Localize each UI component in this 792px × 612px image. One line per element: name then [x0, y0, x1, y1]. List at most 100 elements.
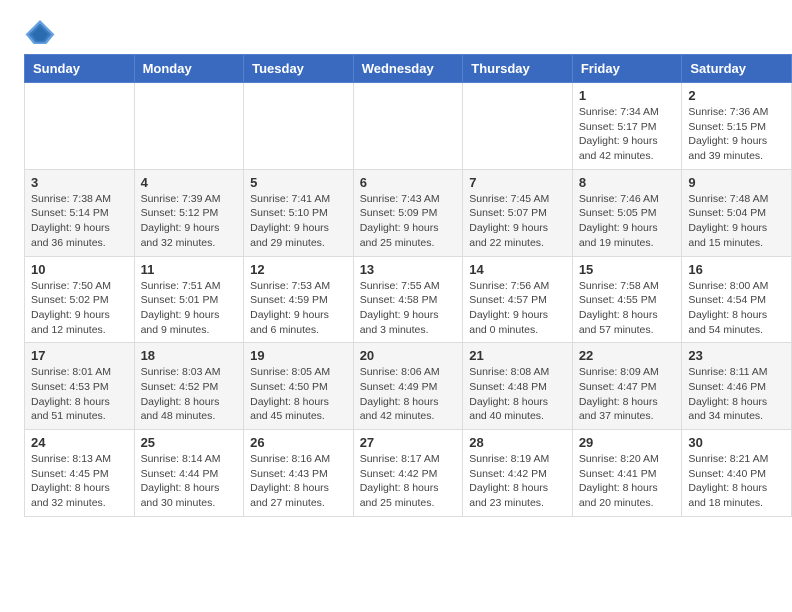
calendar-cell: 25 Sunrise: 8:14 AM Sunset: 4:44 PM Dayli… — [134, 430, 244, 517]
day-number: 24 — [31, 435, 128, 450]
calendar-container: SundayMondayTuesdayWednesdayThursdayFrid… — [0, 54, 792, 529]
day-info: Sunrise: 8:05 AM Sunset: 4:50 PM Dayligh… — [250, 365, 347, 424]
day-info: Sunrise: 8:17 AM Sunset: 4:42 PM Dayligh… — [360, 452, 457, 511]
day-info: Sunrise: 7:56 AM Sunset: 4:57 PM Dayligh… — [469, 279, 566, 338]
calendar-week-5: 24Sunrise: 8:13 AM Sunset: 4:45 PM Dayli… — [25, 430, 792, 517]
calendar-cell: 8 Sunrise: 7:46 AM Sunset: 5:05 PM Daylig… — [572, 169, 682, 256]
calendar-cell: 3 Sunrise: 7:38 AM Sunset: 5:14 PM Daylig… — [25, 169, 135, 256]
day-info: Sunrise: 7:41 AM Sunset: 5:10 PM Dayligh… — [250, 192, 347, 251]
day-number: 4 — [141, 175, 238, 190]
day-number: 11 — [141, 262, 238, 277]
logo — [24, 18, 60, 46]
calendar-cell: 12 Sunrise: 7:53 AM Sunset: 4:59 PM Dayli… — [244, 256, 354, 343]
page-header — [0, 0, 792, 54]
calendar-cell: 24Sunrise: 8:13 AM Sunset: 4:45 PM Dayli… — [25, 430, 135, 517]
calendar-week-3: 10 Sunrise: 7:50 AM Sunset: 5:02 PM Dayli… — [25, 256, 792, 343]
day-info: Sunrise: 7:48 AM Sunset: 5:04 PM Dayligh… — [688, 192, 785, 251]
day-number: 5 — [250, 175, 347, 190]
calendar-cell: 7Sunrise: 7:45 AM Sunset: 5:07 PM Daylig… — [463, 169, 573, 256]
calendar-cell: 9Sunrise: 7:48 AM Sunset: 5:04 PM Daylig… — [682, 169, 792, 256]
day-info: Sunrise: 7:58 AM Sunset: 4:55 PM Dayligh… — [579, 279, 676, 338]
day-number: 23 — [688, 348, 785, 363]
day-info: Sunrise: 7:46 AM Sunset: 5:05 PM Dayligh… — [579, 192, 676, 251]
calendar-cell — [244, 83, 354, 170]
calendar-body: 1 Sunrise: 7:34 AM Sunset: 5:17 PM Daylig… — [25, 83, 792, 517]
day-number: 27 — [360, 435, 457, 450]
calendar-cell: 29 Sunrise: 8:20 AM Sunset: 4:41 PM Dayli… — [572, 430, 682, 517]
day-number: 15 — [579, 262, 676, 277]
day-number: 14 — [469, 262, 566, 277]
calendar-cell: 10 Sunrise: 7:50 AM Sunset: 5:02 PM Dayli… — [25, 256, 135, 343]
calendar-cell: 5 Sunrise: 7:41 AM Sunset: 5:10 PM Daylig… — [244, 169, 354, 256]
weekday-header-sunday: Sunday — [25, 55, 135, 83]
day-number: 30 — [688, 435, 785, 450]
day-info: Sunrise: 8:16 AM Sunset: 4:43 PM Dayligh… — [250, 452, 347, 511]
day-info: Sunrise: 8:09 AM Sunset: 4:47 PM Dayligh… — [579, 365, 676, 424]
day-info: Sunrise: 8:20 AM Sunset: 4:41 PM Dayligh… — [579, 452, 676, 511]
calendar-table: SundayMondayTuesdayWednesdayThursdayFrid… — [24, 54, 792, 517]
day-info: Sunrise: 8:11 AM Sunset: 4:46 PM Dayligh… — [688, 365, 785, 424]
day-info: Sunrise: 7:38 AM Sunset: 5:14 PM Dayligh… — [31, 192, 128, 251]
weekday-header-friday: Friday — [572, 55, 682, 83]
day-info: Sunrise: 7:50 AM Sunset: 5:02 PM Dayligh… — [31, 279, 128, 338]
weekday-header-row: SundayMondayTuesdayWednesdayThursdayFrid… — [25, 55, 792, 83]
day-number: 17 — [31, 348, 128, 363]
calendar-cell: 27 Sunrise: 8:17 AM Sunset: 4:42 PM Dayli… — [353, 430, 463, 517]
calendar-cell: 26Sunrise: 8:16 AM Sunset: 4:43 PM Dayli… — [244, 430, 354, 517]
day-info: Sunrise: 8:08 AM Sunset: 4:48 PM Dayligh… — [469, 365, 566, 424]
day-info: Sunrise: 7:51 AM Sunset: 5:01 PM Dayligh… — [141, 279, 238, 338]
day-number: 21 — [469, 348, 566, 363]
calendar-cell: 14 Sunrise: 7:56 AM Sunset: 4:57 PM Dayli… — [463, 256, 573, 343]
calendar-week-1: 1 Sunrise: 7:34 AM Sunset: 5:17 PM Daylig… — [25, 83, 792, 170]
calendar-cell: 15 Sunrise: 7:58 AM Sunset: 4:55 PM Dayli… — [572, 256, 682, 343]
day-number: 1 — [579, 88, 676, 103]
calendar-cell: 30 Sunrise: 8:21 AM Sunset: 4:40 PM Dayli… — [682, 430, 792, 517]
day-info: Sunrise: 7:39 AM Sunset: 5:12 PM Dayligh… — [141, 192, 238, 251]
day-info: Sunrise: 7:43 AM Sunset: 5:09 PM Dayligh… — [360, 192, 457, 251]
day-info: Sunrise: 8:14 AM Sunset: 4:44 PM Dayligh… — [141, 452, 238, 511]
calendar-header: SundayMondayTuesdayWednesdayThursdayFrid… — [25, 55, 792, 83]
day-info: Sunrise: 7:36 AM Sunset: 5:15 PM Dayligh… — [688, 105, 785, 164]
calendar-cell: 11 Sunrise: 7:51 AM Sunset: 5:01 PM Dayli… — [134, 256, 244, 343]
day-info: Sunrise: 7:55 AM Sunset: 4:58 PM Dayligh… — [360, 279, 457, 338]
calendar-cell: 16 Sunrise: 8:00 AM Sunset: 4:54 PM Dayli… — [682, 256, 792, 343]
day-number: 18 — [141, 348, 238, 363]
calendar-cell: 4 Sunrise: 7:39 AM Sunset: 5:12 PM Daylig… — [134, 169, 244, 256]
day-info: Sunrise: 8:03 AM Sunset: 4:52 PM Dayligh… — [141, 365, 238, 424]
day-number: 20 — [360, 348, 457, 363]
day-number: 13 — [360, 262, 457, 277]
logo-icon — [24, 18, 56, 46]
day-info: Sunrise: 8:01 AM Sunset: 4:53 PM Dayligh… — [31, 365, 128, 424]
calendar-cell — [25, 83, 135, 170]
calendar-cell: 22Sunrise: 8:09 AM Sunset: 4:47 PM Dayli… — [572, 343, 682, 430]
day-number: 6 — [360, 175, 457, 190]
day-info: Sunrise: 8:21 AM Sunset: 4:40 PM Dayligh… — [688, 452, 785, 511]
calendar-cell: 17 Sunrise: 8:01 AM Sunset: 4:53 PM Dayli… — [25, 343, 135, 430]
day-number: 12 — [250, 262, 347, 277]
calendar-cell: 18 Sunrise: 8:03 AM Sunset: 4:52 PM Dayli… — [134, 343, 244, 430]
day-info: Sunrise: 7:45 AM Sunset: 5:07 PM Dayligh… — [469, 192, 566, 251]
day-info: Sunrise: 7:34 AM Sunset: 5:17 PM Dayligh… — [579, 105, 676, 164]
day-number: 25 — [141, 435, 238, 450]
day-number: 8 — [579, 175, 676, 190]
day-number: 3 — [31, 175, 128, 190]
calendar-cell — [463, 83, 573, 170]
calendar-cell: 20 Sunrise: 8:06 AM Sunset: 4:49 PM Dayli… — [353, 343, 463, 430]
day-info: Sunrise: 8:00 AM Sunset: 4:54 PM Dayligh… — [688, 279, 785, 338]
calendar-week-4: 17 Sunrise: 8:01 AM Sunset: 4:53 PM Dayli… — [25, 343, 792, 430]
day-number: 29 — [579, 435, 676, 450]
weekday-header-saturday: Saturday — [682, 55, 792, 83]
weekday-header-tuesday: Tuesday — [244, 55, 354, 83]
day-number: 10 — [31, 262, 128, 277]
day-info: Sunrise: 8:06 AM Sunset: 4:49 PM Dayligh… — [360, 365, 457, 424]
calendar-cell — [134, 83, 244, 170]
calendar-week-2: 3 Sunrise: 7:38 AM Sunset: 5:14 PM Daylig… — [25, 169, 792, 256]
calendar-cell: 13 Sunrise: 7:55 AM Sunset: 4:58 PM Dayli… — [353, 256, 463, 343]
day-number: 16 — [688, 262, 785, 277]
day-number: 19 — [250, 348, 347, 363]
weekday-header-monday: Monday — [134, 55, 244, 83]
calendar-cell: 6 Sunrise: 7:43 AM Sunset: 5:09 PM Daylig… — [353, 169, 463, 256]
day-number: 28 — [469, 435, 566, 450]
day-info: Sunrise: 7:53 AM Sunset: 4:59 PM Dayligh… — [250, 279, 347, 338]
calendar-cell: 19 Sunrise: 8:05 AM Sunset: 4:50 PM Dayli… — [244, 343, 354, 430]
